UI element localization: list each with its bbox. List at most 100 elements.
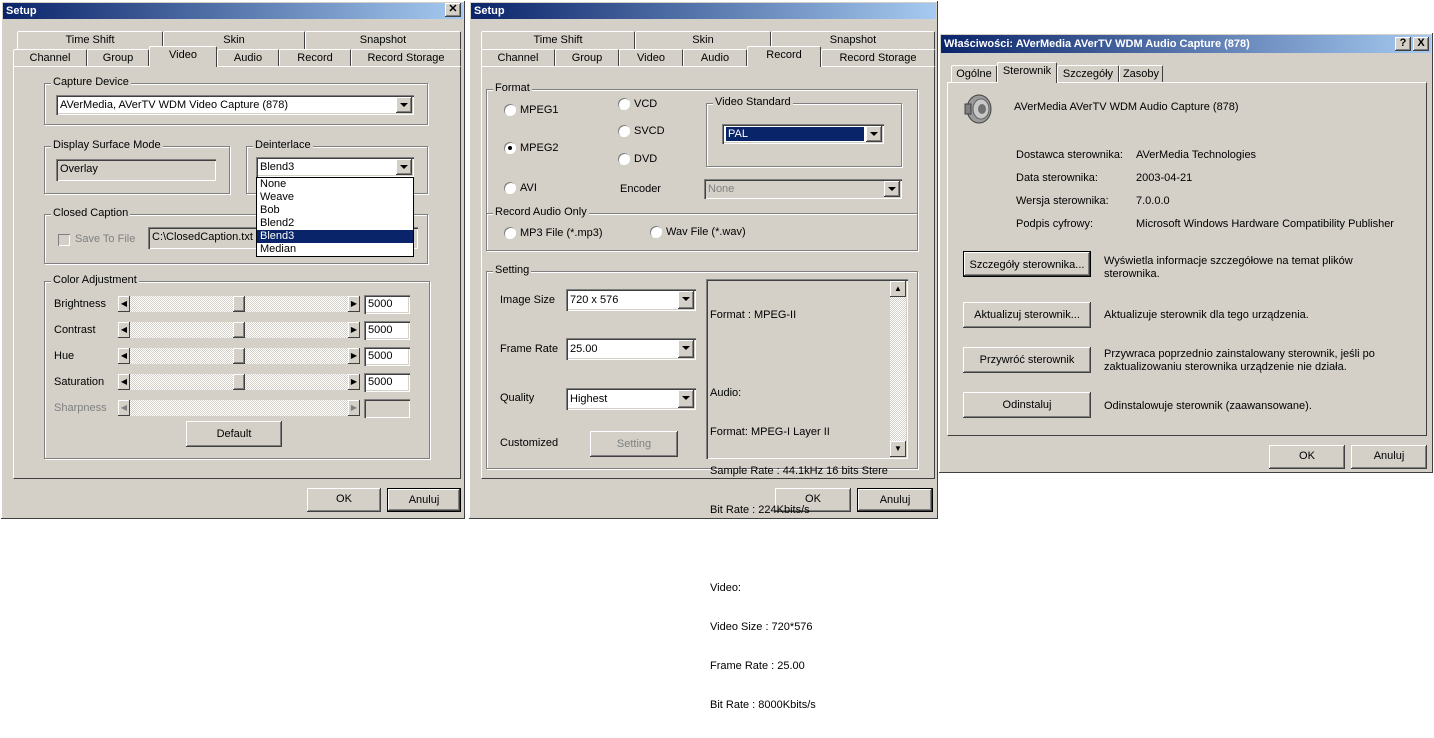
frame-rate-value: 25.00: [570, 343, 598, 355]
close-icon[interactable]: ✕: [445, 3, 461, 17]
deinterlace-select[interactable]: Blend3: [256, 157, 414, 177]
deinterlace-option[interactable]: None: [257, 178, 413, 191]
arrow-right-icon[interactable]: ▶: [348, 296, 360, 312]
ok-button[interactable]: OK: [1269, 445, 1345, 469]
arrow-down-icon[interactable]: ▼: [890, 441, 906, 457]
tab-sterownik[interactable]: Sterownik: [997, 62, 1057, 83]
sharpness-value: [364, 399, 410, 418]
radio-mp3[interactable]: [504, 227, 516, 239]
capture-device-value: AVerMedia, AVerTV WDM Video Capture (878…: [60, 99, 289, 111]
radio-vcd[interactable]: [618, 98, 630, 110]
help-icon[interactable]: ?: [1395, 37, 1411, 51]
tab-szczegoly[interactable]: Szczegóły: [1057, 65, 1119, 83]
tab-channel[interactable]: Channel: [481, 49, 555, 67]
chevron-down-icon[interactable]: [678, 340, 694, 358]
hue-value[interactable]: 5000: [364, 347, 410, 366]
deinterlace-option-selected[interactable]: Blend3: [257, 230, 413, 243]
tab-video[interactable]: Video: [149, 46, 217, 67]
rollback-driver-button[interactable]: Przywróć sterownik: [963, 347, 1091, 373]
brightness-value[interactable]: 5000: [364, 295, 410, 314]
radio-svcd[interactable]: [618, 125, 630, 137]
default-button[interactable]: Default: [186, 421, 282, 447]
tab-zasoby[interactable]: Zasoby: [1119, 65, 1163, 83]
info-line: Video Size : 720*576: [710, 621, 813, 633]
saturation-value[interactable]: 5000: [364, 373, 410, 392]
cancel-button[interactable]: Anuluj: [387, 488, 461, 512]
arrow-left-icon[interactable]: ◀: [118, 322, 130, 338]
arrow-left-icon[interactable]: ◀: [118, 348, 130, 364]
close-icon[interactable]: X: [1413, 37, 1429, 51]
tab-audio[interactable]: Audio: [217, 49, 279, 67]
radio-dvd[interactable]: [618, 153, 630, 165]
property-label: Podpis cyfrowy:: [1016, 218, 1094, 230]
deinterlace-option[interactable]: Bob: [257, 204, 413, 217]
arrow-left-icon[interactable]: ◀: [118, 374, 130, 390]
slider-thumb[interactable]: [233, 322, 245, 338]
tab-ogolne[interactable]: Ogólne: [951, 65, 997, 83]
arrow-left-icon[interactable]: ◀: [118, 296, 130, 312]
capture-device-select[interactable]: AVerMedia, AVerTV WDM Video Capture (878…: [56, 95, 414, 115]
format-label: Format: [493, 82, 532, 94]
radio-avi[interactable]: [504, 182, 516, 194]
tab-group[interactable]: Group: [555, 49, 619, 67]
radio-mpeg2[interactable]: [504, 142, 516, 154]
deinterlace-option[interactable]: Median: [257, 243, 413, 256]
chevron-down-icon: [884, 181, 900, 197]
tab-group[interactable]: Group: [87, 49, 149, 67]
arrow-up-icon[interactable]: ▲: [890, 281, 906, 297]
deinterlace-dropdown-list[interactable]: None Weave Bob Blend2 Blend3 Median: [256, 177, 414, 257]
tab-record-storage[interactable]: Record Storage: [821, 49, 935, 67]
quality-select[interactable]: Highest: [566, 388, 696, 410]
update-driver-button[interactable]: Aktualizuj sterownik...: [963, 302, 1091, 328]
arrow-right-icon[interactable]: ▶: [348, 374, 360, 390]
radio-wav[interactable]: [650, 226, 662, 238]
property-label: Dostawca sterownika:: [1016, 149, 1123, 161]
chevron-down-icon[interactable]: [396, 97, 412, 113]
setup-window-record: Setup Time Shift Skin Snapshot Channel G…: [468, 0, 939, 711]
wav-label: Wav File (*.wav): [666, 226, 746, 238]
caption-path-value: C:\ClosedCaption.txt: [152, 231, 253, 243]
slider-thumb[interactable]: [233, 296, 245, 312]
arrow-right-icon[interactable]: ▶: [348, 322, 360, 338]
video-standard-select[interactable]: PAL: [722, 124, 884, 144]
info-scrollbar[interactable]: ▲ ▼: [890, 281, 906, 457]
saturation-value-text: 5000: [368, 376, 393, 388]
driver-details-button[interactable]: Szczegóły sterownika...: [963, 251, 1091, 277]
uninstall-button[interactable]: Odinstaluj: [963, 392, 1091, 418]
save-to-file-checkbox[interactable]: [58, 234, 70, 246]
slider-thumb[interactable]: [233, 374, 245, 390]
tab-record-storage[interactable]: Record Storage: [351, 49, 461, 67]
tab-record[interactable]: Record: [747, 46, 821, 67]
record-audio-only-label: Record Audio Only: [493, 206, 589, 218]
property-label: Data sterownika:: [1016, 172, 1098, 184]
contrast-value[interactable]: 5000: [364, 321, 410, 340]
rollback-driver-desc: Przywraca poprzednio zainstalowany stero…: [1104, 348, 1375, 360]
slider-thumb[interactable]: [233, 348, 245, 364]
tab-time-shift[interactable]: Time Shift: [17, 31, 163, 49]
radio-mpeg1[interactable]: [504, 104, 516, 116]
speaker-icon: [964, 94, 992, 124]
tab-channel[interactable]: Channel: [13, 49, 87, 67]
chevron-down-icon[interactable]: [678, 390, 694, 408]
tab-time-shift[interactable]: Time Shift: [481, 31, 635, 49]
chevron-down-icon[interactable]: [866, 126, 882, 142]
brightness-label: Brightness: [54, 298, 106, 310]
arrow-right-icon[interactable]: ▶: [348, 348, 360, 364]
deinterlace-option[interactable]: Blend2: [257, 217, 413, 230]
deinterlace-option[interactable]: Weave: [257, 191, 413, 204]
quality-label: Quality: [500, 392, 535, 404]
setting-label: Setting: [493, 264, 532, 276]
tab-audio[interactable]: Audio: [683, 49, 747, 67]
save-to-file-label: Save To File: [75, 233, 136, 245]
frame-rate-select[interactable]: 25.00: [566, 338, 696, 360]
chevron-down-icon[interactable]: [678, 291, 694, 309]
cancel-button[interactable]: Anuluj: [1351, 445, 1427, 469]
tab-record[interactable]: Record: [279, 49, 351, 67]
closed-caption-label: Closed Caption: [51, 207, 131, 219]
chevron-down-icon[interactable]: [396, 159, 412, 175]
tab-video[interactable]: Video: [619, 49, 683, 67]
tab-snapshot[interactable]: Snapshot: [305, 31, 461, 49]
image-size-select[interactable]: 720 x 576: [566, 289, 696, 311]
deinterlace-value: Blend3: [260, 161, 295, 173]
ok-button[interactable]: OK: [307, 488, 381, 512]
